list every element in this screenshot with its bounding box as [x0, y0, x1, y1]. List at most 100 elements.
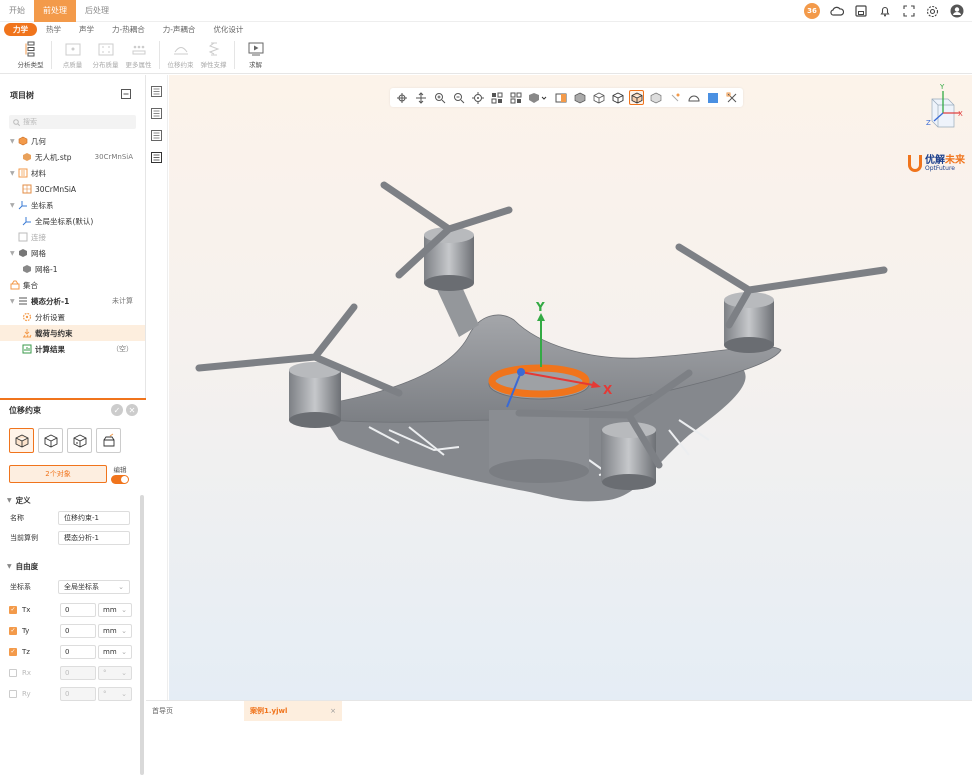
point-mass-button[interactable]: 点质量: [56, 37, 89, 69]
dof-row-ry: Ry 0 ° ⌄: [0, 683, 146, 704]
tab-case-file[interactable]: 案例1.yjwl ×: [244, 700, 342, 721]
expand-caret-icon[interactable]: ▼: [10, 250, 18, 257]
tree-node-geometry[interactable]: ▼ 几何: [0, 133, 145, 149]
chevron-down-icon: ⌄: [121, 668, 127, 677]
fullscreen-icon[interactable]: [901, 4, 916, 19]
solve-button[interactable]: 求解: [239, 37, 272, 69]
ribbon-toolbar: 分析类型 点质量 分布质量 更多属性 位移约束 弹性支撑 求解: [0, 37, 972, 74]
unit-select[interactable]: mm ⌄: [98, 644, 132, 659]
material-icon: [18, 168, 28, 178]
checkbox-checked-icon[interactable]: ✓: [9, 605, 17, 614]
dof-section-header[interactable]: ▼ 自由度: [0, 558, 146, 574]
unit-select[interactable]: mm ⌄: [98, 602, 132, 617]
constraint-type-group: [0, 420, 146, 453]
collapse-panel-icon[interactable]: [121, 89, 131, 101]
close-tab-icon[interactable]: ×: [330, 707, 336, 715]
tree-node-results[interactable]: 计算结果 （空）: [0, 341, 145, 357]
tab-postprocess[interactable]: 后处理: [76, 0, 118, 22]
tab-mechanics[interactable]: 力学: [4, 23, 37, 36]
confirm-check-icon[interactable]: ✓: [111, 404, 123, 416]
save-icon[interactable]: [853, 4, 868, 19]
tree-search-input[interactable]: 搜索: [9, 115, 136, 129]
analysis-type-button[interactable]: 分析类型: [14, 37, 47, 69]
displacement-constraint-icon[interactable]: [38, 428, 63, 453]
distributed-mass-button[interactable]: 分布质量: [89, 37, 122, 69]
displacement-constraint-icon: [172, 41, 190, 57]
tree-node-coordinate-systems[interactable]: ▼ 坐标系: [0, 197, 145, 213]
document-tabs: 首导页 案例1.yjwl ×: [146, 700, 972, 721]
tab-acoustic[interactable]: 声学: [70, 23, 103, 36]
part-icon: [22, 152, 32, 162]
geometry-icon: [18, 136, 28, 146]
tab-preprocess[interactable]: 前处理: [34, 0, 76, 22]
expand-caret-icon[interactable]: ▼: [10, 202, 18, 209]
tree-node-modal-analysis[interactable]: ▼ 模态分析-1 未计算: [0, 293, 145, 309]
fixed-constraint-icon[interactable]: [9, 428, 34, 453]
checkbox-checked-icon[interactable]: ✓: [9, 647, 17, 656]
document-list-icon[interactable]: [151, 130, 162, 143]
edit-toggle[interactable]: [111, 475, 129, 484]
unit-select[interactable]: mm ⌄: [98, 623, 132, 638]
expand-caret-icon[interactable]: ▼: [10, 170, 18, 177]
dof-value-input[interactable]: 0: [60, 602, 96, 617]
document-list-icon[interactable]: [151, 152, 162, 165]
analysis-type-icon: [22, 41, 40, 57]
remote-constraint-icon[interactable]: [96, 428, 121, 453]
unit-select[interactable]: ° ⌄: [98, 686, 132, 701]
more-attributes-button[interactable]: 更多属性: [122, 37, 155, 69]
drone-model[interactable]: Y X: [169, 75, 972, 700]
tree-node-global-coordinate[interactable]: 全局坐标系(默认): [0, 213, 145, 229]
tab-thermal[interactable]: 热学: [37, 23, 70, 36]
gizmo-y-label: Y: [535, 300, 545, 314]
property-scrollbar[interactable]: [140, 495, 144, 775]
unit-select[interactable]: ° ⌄: [98, 665, 132, 680]
displacement-constraint-button[interactable]: 位移约束: [164, 37, 197, 69]
mesh-item-icon: [22, 264, 32, 274]
tab-home[interactable]: 首导页: [146, 701, 244, 721]
tab-optimization[interactable]: 优化设计: [204, 23, 252, 36]
symmetry-constraint-icon[interactable]: [67, 428, 92, 453]
toolbar-divider: [51, 41, 52, 69]
tree-node-mesh-1[interactable]: 网格-1: [0, 261, 145, 277]
settings-gear-icon[interactable]: [925, 4, 940, 19]
3d-viewport[interactable]: Y X Z 优解未来 OptFuture Y X: [169, 75, 972, 700]
tree-node-connections[interactable]: 连接: [0, 229, 145, 245]
center-hub-bottom: [489, 459, 589, 483]
tab-thermo-mechanical[interactable]: 力-热耦合: [103, 23, 154, 36]
tree-node-material-item[interactable]: 30CrMnSiA: [0, 181, 145, 197]
edit-toggle-group: 编辑: [111, 464, 129, 484]
analysis-icon: [18, 296, 28, 306]
expand-caret-icon[interactable]: ▼: [10, 138, 18, 145]
user-badge-icon[interactable]: 36: [804, 3, 820, 19]
coordinate-select[interactable]: 全局坐标系 ⌄: [58, 580, 130, 594]
checkbox-unchecked-icon[interactable]: [9, 668, 17, 677]
tree-node-analysis-settings[interactable]: 分析设置: [0, 309, 145, 325]
tree-node-loads-constraints[interactable]: 载荷与约束: [0, 325, 145, 341]
checkbox-checked-icon[interactable]: ✓: [9, 626, 17, 635]
name-field[interactable]: 位移约束-1: [58, 511, 130, 525]
tree-node-materials[interactable]: ▼ 材料: [0, 165, 145, 181]
avatar-icon[interactable]: [949, 4, 964, 19]
dof-value-input[interactable]: 0: [60, 623, 96, 638]
case-field[interactable]: 模态分析-1: [58, 531, 130, 545]
tree-node-mesh[interactable]: ▼ 网格: [0, 245, 145, 261]
gizmo-x-label: X: [603, 383, 613, 397]
cloud-sync-icon[interactable]: [829, 4, 844, 19]
tab-start[interactable]: 开始: [0, 0, 34, 22]
expand-caret-icon[interactable]: ▼: [10, 298, 18, 305]
cancel-close-icon[interactable]: ✕: [126, 404, 138, 416]
connection-icon: [18, 232, 28, 242]
document-list-icon[interactable]: [151, 108, 162, 121]
elastic-support-button[interactable]: 弹性支撑: [197, 37, 230, 69]
dof-value-input[interactable]: 0: [60, 644, 96, 659]
tree-node-sets[interactable]: 集合: [0, 277, 145, 293]
notification-bell-icon[interactable]: [877, 4, 892, 19]
tree-node-drone-file[interactable]: 无人机.stp 30CrMnSiA: [0, 149, 145, 165]
dof-value-input[interactable]: 0: [60, 686, 96, 701]
tab-acousto-mechanical[interactable]: 力-声耦合: [154, 23, 205, 36]
document-list-icon[interactable]: [151, 86, 162, 99]
checkbox-unchecked-icon[interactable]: [9, 689, 17, 698]
selected-objects-button[interactable]: 2个对象: [9, 465, 107, 483]
definition-section-header[interactable]: ▼ 定义: [0, 492, 146, 508]
dof-value-input[interactable]: 0: [60, 665, 96, 680]
